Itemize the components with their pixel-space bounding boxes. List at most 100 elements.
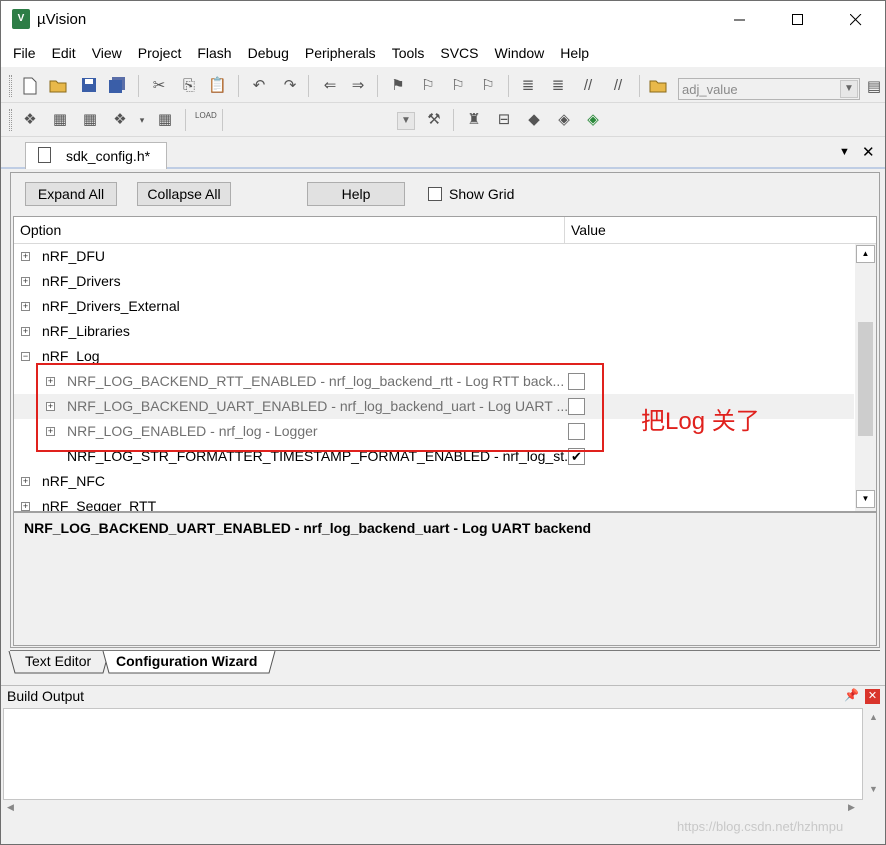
menu-file[interactable]: File bbox=[5, 45, 44, 61]
close-pane-icon[interactable]: ✕ bbox=[865, 689, 880, 704]
save-all-icon[interactable] bbox=[108, 77, 126, 95]
translate-icon[interactable]: ❖ bbox=[21, 111, 39, 129]
run-time-environment-icon[interactable]: ◈ bbox=[584, 111, 602, 129]
scroll-up-icon[interactable]: ▲ bbox=[856, 245, 875, 263]
batch-build-icon[interactable]: ❖ bbox=[111, 111, 129, 129]
menu-peripherals[interactable]: Peripherals bbox=[297, 45, 384, 61]
show-grid-checkbox[interactable] bbox=[428, 187, 442, 201]
column-option-header[interactable]: Option bbox=[20, 222, 61, 238]
menu-view[interactable]: View bbox=[84, 45, 130, 61]
window-title: µVision bbox=[37, 11, 87, 28]
tree-row-label: nRF_Segger_RTT bbox=[42, 498, 157, 512]
uncomment-icon[interactable]: // bbox=[609, 77, 627, 95]
expand-icon[interactable]: + bbox=[21, 502, 30, 511]
tab-text-editor[interactable]: Text Editor bbox=[25, 651, 95, 673]
column-value-header[interactable]: Value bbox=[571, 222, 606, 238]
scroll-left-icon[interactable]: ◀ bbox=[7, 802, 14, 813]
scroll-up-icon[interactable]: ▲ bbox=[869, 712, 878, 722]
scroll-down-icon[interactable]: ▼ bbox=[856, 490, 875, 508]
new-file-icon[interactable] bbox=[21, 77, 39, 95]
expand-icon[interactable]: + bbox=[21, 277, 30, 286]
open-folder-icon[interactable] bbox=[49, 77, 67, 95]
menu-svcs[interactable]: SVCS bbox=[432, 45, 486, 61]
tree-row-label: nRF_NFC bbox=[42, 473, 106, 489]
navigate-back-icon[interactable]: ⇐ bbox=[321, 77, 339, 95]
menu-flash[interactable]: Flash bbox=[189, 45, 239, 61]
tree-row-nrf-drivers[interactable]: + nRF_Drivers bbox=[14, 269, 854, 294]
menu-edit[interactable]: Edit bbox=[44, 45, 84, 61]
tree-row-label: nRF_Libraries bbox=[42, 323, 130, 339]
manage-project-icon[interactable]: ⊟ bbox=[495, 111, 513, 129]
build-output-hscroll[interactable]: ◀ ▶ bbox=[3, 800, 863, 818]
chevron-down-icon[interactable]: ▼ bbox=[840, 80, 858, 98]
close-button[interactable] bbox=[827, 1, 885, 39]
uvision-app-icon: V bbox=[12, 9, 30, 29]
expand-all-button[interactable]: Expand All bbox=[25, 182, 117, 206]
tab-list-dropdown-icon[interactable]: ▼ bbox=[839, 146, 850, 158]
target-options-icon[interactable]: ⚒ bbox=[425, 111, 443, 129]
bookmark-clear-icon[interactable]: ⚐ bbox=[479, 77, 497, 95]
bookmark-toggle-icon[interactable]: ⚑ bbox=[389, 77, 407, 95]
watermark: https://blog.csdn.net/hzhmpu bbox=[677, 819, 844, 834]
collapse-all-button[interactable]: Collapse All bbox=[137, 182, 231, 206]
close-icon bbox=[850, 14, 862, 26]
build-icon[interactable]: ▦ bbox=[51, 111, 69, 129]
rebuild-icon[interactable]: ▦ bbox=[81, 111, 99, 129]
menu-help[interactable]: Help bbox=[552, 45, 597, 61]
scroll-down-icon[interactable]: ▼ bbox=[869, 784, 878, 794]
pack-installer-icon[interactable]: ◈ bbox=[555, 111, 573, 129]
tree-row-nrf-nfc[interactable]: + nRF_NFC bbox=[14, 469, 854, 494]
menu-project[interactable]: Project bbox=[130, 45, 190, 61]
toolbar-overflow-icon[interactable]: ▤ bbox=[865, 78, 883, 96]
bookmark-prev-icon[interactable]: ⚐ bbox=[419, 77, 437, 95]
save-icon[interactable] bbox=[80, 77, 98, 95]
pin-icon[interactable]: 📌 bbox=[844, 688, 859, 702]
build-output-text-area[interactable] bbox=[3, 708, 863, 800]
tree-row-nrf-libraries[interactable]: + nRF_Libraries bbox=[14, 319, 854, 344]
tree-row-nrf-segger-rtt[interactable]: + nRF_Segger_RTT bbox=[14, 494, 854, 512]
download-icon[interactable]: LOAD bbox=[195, 111, 217, 129]
tree-row-nrf-dfu[interactable]: + nRF_DFU bbox=[14, 244, 854, 269]
redo-icon[interactable]: ↷ bbox=[281, 77, 299, 95]
paste-icon[interactable]: 📋 bbox=[208, 77, 227, 95]
document-icon bbox=[38, 147, 51, 163]
tab-configuration-wizard[interactable]: Configuration Wizard bbox=[116, 651, 257, 673]
maximize-button[interactable] bbox=[769, 1, 827, 39]
unindent-icon[interactable]: ≣ bbox=[549, 77, 567, 95]
undo-icon[interactable]: ↶ bbox=[250, 77, 268, 95]
build-output-vscroll[interactable]: ▲ ▼ bbox=[864, 708, 885, 800]
toolbar-grip[interactable] bbox=[9, 109, 12, 131]
menu-tools[interactable]: Tools bbox=[384, 45, 433, 61]
menu-debug[interactable]: Debug bbox=[240, 45, 297, 61]
indent-icon[interactable]: ≣ bbox=[519, 77, 537, 95]
navigate-forward-icon[interactable]: ⇒ bbox=[349, 77, 367, 95]
find-combo-value: adj_value bbox=[682, 82, 738, 97]
collapse-icon[interactable]: − bbox=[21, 352, 30, 361]
expand-icon[interactable]: + bbox=[21, 252, 30, 261]
scroll-thumb[interactable] bbox=[858, 322, 873, 436]
expand-icon[interactable]: + bbox=[21, 477, 30, 486]
scroll-right-icon[interactable]: ▶ bbox=[848, 802, 855, 813]
select-packs-icon[interactable]: ◆ bbox=[525, 111, 543, 129]
find-in-files-icon[interactable] bbox=[649, 77, 667, 95]
tab-sdk-config[interactable]: sdk_config.h* bbox=[25, 142, 167, 169]
description-text: NRF_LOG_BACKEND_UART_ENABLED - nrf_log_b… bbox=[24, 520, 592, 536]
bookmark-next-icon[interactable]: ⚐ bbox=[449, 77, 467, 95]
target-select-chevron[interactable]: ▼ bbox=[397, 112, 415, 130]
close-tab-icon[interactable]: ✕ bbox=[862, 143, 875, 161]
chevron-down-icon[interactable]: ▾ bbox=[133, 111, 151, 129]
copy-icon[interactable]: ⎘ bbox=[180, 77, 198, 95]
file-extensions-icon[interactable]: ♜ bbox=[465, 111, 483, 129]
tree-vertical-scrollbar[interactable]: ▲ ▼ bbox=[855, 244, 876, 511]
cut-icon[interactable]: ✂ bbox=[150, 77, 168, 95]
tree-row-nrf-drivers-external[interactable]: + nRF_Drivers_External bbox=[14, 294, 854, 319]
menu-window[interactable]: Window bbox=[487, 45, 553, 61]
stop-build-icon[interactable]: ▦ bbox=[156, 111, 174, 129]
expand-icon[interactable]: + bbox=[21, 327, 30, 336]
toolbar-grip[interactable] bbox=[9, 75, 12, 97]
help-button[interactable]: Help bbox=[307, 182, 405, 206]
minimize-button[interactable] bbox=[711, 1, 769, 39]
expand-icon[interactable]: + bbox=[21, 302, 30, 311]
comment-icon[interactable]: // bbox=[579, 77, 597, 95]
find-combo[interactable]: adj_value ▼ bbox=[678, 78, 860, 100]
